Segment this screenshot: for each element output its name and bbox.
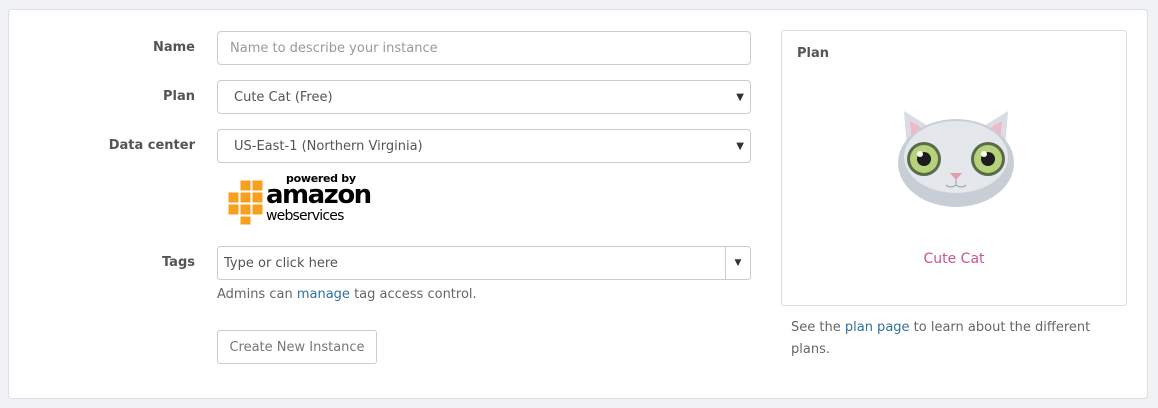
plan-preview-name: Cute Cat — [923, 251, 985, 267]
tags-field: ▼ — [217, 246, 751, 280]
tags-help-text: Admins can manage tag access control. — [217, 287, 477, 302]
cat-icon — [898, 111, 1014, 207]
plan-note: See the plan page to learn about the dif… — [791, 320, 1091, 357]
tags-dropdown-toggle[interactable]: ▼ — [725, 247, 750, 279]
plan-page-link[interactable]: plan page — [845, 320, 910, 335]
plan-select[interactable]: Cute Cat (Free) ▼ — [217, 80, 751, 114]
aws-logo: powered by amazon webservices — [226, 172, 372, 226]
aws-web-services: webservices — [266, 208, 344, 224]
name-label: Name — [152, 40, 195, 55]
caret-down-icon: ▼ — [736, 92, 744, 103]
aws-cubes-icon — [227, 179, 264, 226]
aws-amazon: amazon — [266, 180, 372, 210]
create-new-instance-button[interactable]: Create New Instance — [217, 330, 377, 364]
tags-input[interactable] — [218, 247, 725, 279]
datacenter-select[interactable]: US-East-1 (Northern Virginia) ▼ — [217, 129, 751, 163]
create-instance-panel: Name Plan Cute Cat (Free) ▼ Data center … — [8, 9, 1148, 399]
plan-preview-title: Plan — [797, 46, 830, 61]
tags-label: Tags — [161, 255, 195, 270]
caret-down-icon: ▼ — [734, 258, 742, 268]
plan-select-value: Cute Cat (Free) — [234, 89, 333, 105]
caret-down-icon: ▼ — [736, 141, 744, 152]
manage-link[interactable]: manage — [297, 287, 350, 302]
datacenter-label: Data center — [108, 138, 195, 153]
datacenter-select-value: US-East-1 (Northern Virginia) — [234, 138, 423, 154]
plan-preview-box: Plan Cute Cat — [781, 30, 1127, 306]
plan-label: Plan — [162, 89, 195, 104]
name-input[interactable] — [217, 31, 751, 65]
